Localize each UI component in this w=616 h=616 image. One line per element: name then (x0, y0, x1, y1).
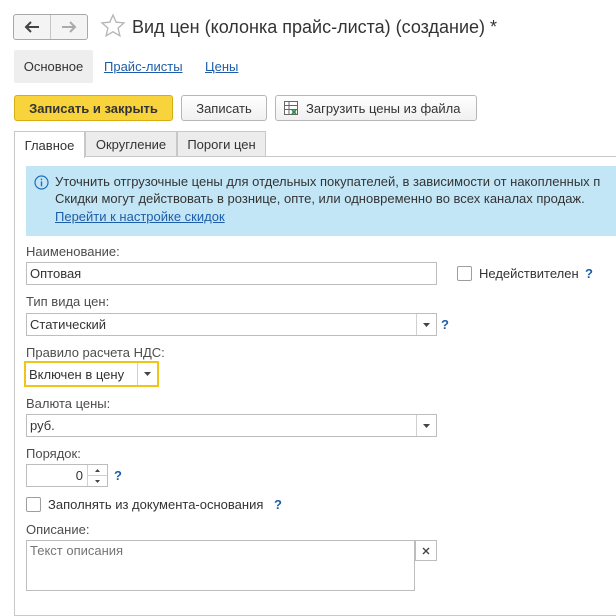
price-type-label: Тип вида цен: (26, 294, 110, 309)
tab-price-thresholds[interactable]: Пороги цен (177, 131, 266, 157)
currency-select[interactable]: руб. (26, 414, 437, 437)
order-spin-buttons (87, 465, 107, 486)
fill-from-basis-label: Заполнять из документа-основания (48, 497, 264, 512)
close-icon (422, 547, 430, 554)
vat-rule-dropdown-button[interactable] (137, 363, 157, 385)
inactive-help-icon[interactable]: ? (585, 266, 593, 281)
info-line-2: Скидки могут действовать в рознице, опте… (55, 191, 585, 206)
info-line-1: Уточнить отгрузочные цены для отдельных … (55, 174, 601, 189)
tab-rounding[interactable]: Округление (85, 131, 177, 157)
fill-from-basis-help-icon[interactable]: ? (274, 497, 282, 512)
order-label: Порядок: (26, 446, 81, 461)
load-prices-label: Загрузить цены из файла (306, 100, 461, 116)
tab-main[interactable]: Главное (14, 131, 85, 158)
chevron-down-icon (423, 423, 430, 428)
order-increment-button[interactable] (88, 465, 107, 476)
discount-settings-link[interactable]: Перейти к настройке скидок (55, 209, 225, 224)
chevron-down-icon (144, 372, 151, 376)
description-textarea[interactable] (26, 540, 415, 591)
window-title: Вид цен (колонка прайс-листа) (создание)… (132, 17, 498, 37)
save-button[interactable]: Записать (181, 95, 267, 121)
load-prices-from-file-button[interactable]: Загрузить цены из файла (275, 95, 477, 121)
navigation-group (13, 14, 88, 40)
section-main[interactable]: Основное (14, 50, 93, 83)
favorite-button[interactable] (100, 13, 126, 39)
description-label: Описание: (26, 522, 90, 537)
vat-rule-select[interactable]: Включен в цену (24, 361, 159, 387)
back-button[interactable] (14, 15, 50, 39)
order-stepper[interactable]: 0 (26, 464, 108, 487)
inactive-label: Недействителен (479, 266, 579, 281)
price-type-dropdown-button[interactable] (416, 314, 436, 335)
currency-dropdown-button[interactable] (416, 415, 436, 436)
vat-rule-label: Правило расчета НДС: (26, 345, 165, 360)
chevron-down-icon (95, 479, 100, 483)
spreadsheet-icon (284, 101, 298, 115)
save-and-close-button[interactable]: Записать и закрыть (14, 95, 173, 121)
inactive-checkbox[interactable] (457, 266, 472, 281)
arrow-right-icon (62, 21, 77, 33)
price-type-value: Статический (30, 317, 107, 332)
arrow-left-icon (24, 21, 39, 33)
chevron-up-icon (95, 468, 100, 472)
currency-label: Валюта цены: (26, 396, 111, 411)
section-price-lists-link[interactable]: Прайс-листы (104, 59, 183, 74)
price-type-help-icon[interactable]: ? (441, 317, 449, 332)
order-decrement-button[interactable] (88, 476, 107, 486)
order-value: 0 (75, 468, 83, 483)
price-type-select[interactable]: Статический (26, 313, 437, 336)
vat-rule-value: Включен в цену (29, 366, 125, 382)
name-value: Оптовая (30, 266, 82, 281)
info-text: Уточнить отгрузочные цены для отдельных … (55, 173, 600, 207)
section-prices-link[interactable]: Цены (205, 59, 238, 74)
description-clear-button[interactable] (415, 540, 437, 561)
order-help-icon[interactable]: ? (114, 468, 122, 483)
name-label: Наименование: (26, 244, 120, 259)
star-icon (100, 13, 126, 38)
forward-button[interactable] (50, 15, 87, 39)
currency-value: руб. (30, 418, 55, 433)
chevron-down-icon (423, 322, 430, 327)
name-input[interactable]: Оптовая (26, 262, 437, 285)
info-icon (34, 175, 49, 190)
fill-from-basis-checkbox[interactable] (26, 497, 41, 512)
